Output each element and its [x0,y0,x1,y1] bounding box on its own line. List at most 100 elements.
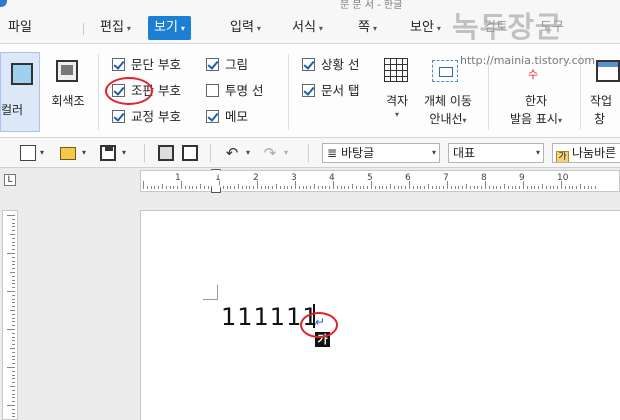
new-document-icon[interactable] [20,145,36,161]
ruler-number: 10 [557,173,569,183]
checkbox-status-line[interactable]: 상황 선 [302,56,359,74]
chevron-down-icon[interactable]: ▾ [122,148,126,157]
ruler-tick [12,302,15,304]
save-icon[interactable] [100,145,116,161]
grayscale-view-button[interactable]: 회색조 [46,54,90,132]
checkbox-document-tab[interactable]: 문서 탭 [302,82,359,100]
ruler-tick [12,363,15,365]
undo-icon[interactable]: ↶ [224,146,240,162]
ruler-tick [245,186,247,189]
chevron-down-icon: ▾ [180,24,185,33]
ruler-tick [390,184,391,189]
ruler-tick [314,184,315,189]
grid-button[interactable]: 격자 ▾ [378,56,416,132]
chevron-down-icon: ▾ [436,24,441,33]
menu-edit[interactable]: 편집 ▾ [100,16,131,40]
menu-page-label: 쪽 [358,20,370,35]
ruler-tick [260,186,262,189]
menu-insert[interactable]: 입력 ▾ [230,16,261,40]
ruler-tick [12,241,15,243]
ruler-tick [181,181,182,189]
ruler-number: 9 [519,173,525,183]
ruler-tick [473,186,475,189]
ruler-tick [557,186,559,189]
ruler-tick [287,186,289,189]
ruler-tick [238,184,239,189]
font-name-select[interactable]: 가 나눔바른 [552,143,620,163]
checkbox-paragraph-mark[interactable]: 문단 부호 [112,56,181,74]
guide-line-label-2: 안내선▾ [418,110,478,127]
font-group-select[interactable]: 대표 ▾ [448,143,544,163]
ruler-tick [7,329,15,330]
menu-file[interactable]: 파일 [8,16,32,40]
ribbon-separator [288,54,289,130]
checkbox-picture[interactable]: 그림 [206,56,248,74]
toolbar-separator [210,144,211,162]
ruler-tick [12,374,15,376]
app-logo-icon [0,0,7,7]
work-window-button[interactable]: 작업 창 [584,56,620,132]
ruler-tick [431,186,433,189]
vertical-ruler[interactable] [2,210,18,420]
ruler-tick [454,186,456,189]
ruler-tick [279,186,281,189]
print-icon[interactable] [158,145,174,161]
print-preview-icon[interactable] [182,145,198,161]
menu-security[interactable]: 보안 ▾ [410,16,441,40]
color-view-button[interactable]: 컬러 [0,52,40,132]
ribbon-separator [98,54,99,130]
ruler-tick [12,359,15,361]
ruler-tick [12,264,15,266]
ruler-tick [12,218,15,220]
ruler-tick [12,351,15,353]
ruler-tick [12,306,15,308]
indent-marker-handle[interactable] [210,169,222,195]
object-guide-line-button[interactable]: 개체 이동 안내선▾ [418,56,478,132]
ruler-tick [519,186,521,189]
grid-icon [384,58,408,82]
menu-edit-label: 편집 [100,20,124,35]
ruler-tick [378,186,380,189]
ruler-tick [12,222,15,224]
chevron-down-icon[interactable]: ▾ [284,148,288,157]
chevron-down-icon: ▾ [126,24,131,33]
chevron-down-icon[interactable]: ▾ [40,148,44,157]
checkbox-proofreading-mark[interactable]: 교정 부호 [112,108,181,126]
document-page[interactable]: 111111 ↵ 가 [140,210,620,420]
ruler-tick [12,393,15,395]
redo-icon[interactable]: ↷ [262,146,278,162]
hanja-pronunciation-button[interactable]: 수 한자 발음 표시▾ [498,56,574,132]
ruler-tick [336,186,338,189]
ruler-corner-button[interactable]: L [4,174,16,186]
menu-format[interactable]: 서식 ▾ [292,16,323,40]
ruler-tick [12,279,15,281]
ruler-tick [386,186,388,189]
open-folder-icon[interactable] [60,147,76,160]
ruler-tick [435,186,437,189]
checkbox-memo[interactable]: 메모 [206,108,248,126]
ruler-tick [492,186,494,189]
menu-insert-label: 입력 [230,20,254,35]
ruler-tick [359,186,361,189]
paragraph-style-select[interactable]: ≣ 바탕글 ▾ [322,143,440,163]
checkbox-empty-icon [206,84,219,97]
ruler-tick [511,186,513,189]
ruler-tick [241,186,243,189]
ruler-tick [564,186,566,189]
chevron-down-icon[interactable]: ▾ [246,148,250,157]
ruler-tick [405,186,407,189]
ruler-tick [12,325,15,327]
checkbox-transparent-line[interactable]: 투명 선 [206,82,263,100]
ruler-tick [321,186,323,189]
ruler-tick [302,186,304,189]
chevron-down-icon: ▾ [318,24,323,33]
ruler-tick [12,389,15,391]
ruler-number: 5 [367,173,373,183]
chevron-down-icon[interactable]: ▾ [82,148,86,157]
menu-page[interactable]: 쪽 ▾ [358,16,377,40]
menu-view[interactable]: 보기 ▾ [148,16,191,40]
ruler-tick [146,186,148,189]
grayscale-view-label: 회색조 [51,94,85,108]
ruler-tick [268,186,270,189]
chevron-down-icon: ▾ [372,24,377,33]
